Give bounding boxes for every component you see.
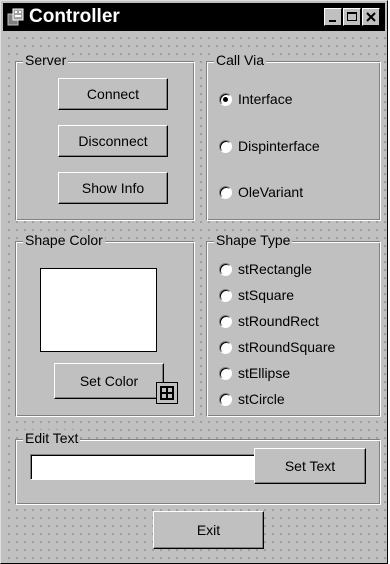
- shape-type-option-label: stEllipse: [238, 365, 291, 381]
- shape-type-option-stellipse[interactable]: stEllipse: [219, 364, 290, 382]
- server-group: Server Connect Disconnect Show Info: [15, 52, 195, 221]
- exit-button[interactable]: Exit: [153, 511, 264, 549]
- shape-type-option-stroundrect[interactable]: stRoundRect: [219, 312, 319, 330]
- radio-unchecked-icon: [219, 392, 232, 406]
- show-info-button-label: Show Info: [81, 180, 145, 196]
- shape-type-group: Shape Type stRectangle stSquare stRoundR…: [206, 232, 381, 417]
- disconnect-button-label: Disconnect: [78, 133, 148, 149]
- close-icon: [366, 12, 376, 22]
- radio-unchecked-icon: [219, 139, 232, 153]
- call-via-option-dispinterface[interactable]: Dispinterface: [219, 137, 320, 155]
- shape-type-option-label: stRoundRect: [238, 313, 319, 329]
- connect-button[interactable]: Connect: [58, 78, 168, 110]
- call-via-group: Call Via Interface Dispinterface OleVari…: [206, 52, 381, 221]
- call-via-option-label: Dispinterface: [238, 138, 320, 154]
- set-text-button[interactable]: Set Text: [254, 448, 366, 484]
- controller-window: Controller Server Connect Disconnect Sho…: [0, 0, 388, 564]
- shape-type-option-stroundsquare[interactable]: stRoundSquare: [219, 338, 335, 356]
- app-icon[interactable]: [7, 8, 25, 26]
- call-via-group-label: Call Via: [214, 52, 266, 68]
- maximize-button[interactable]: [343, 8, 361, 26]
- set-color-button[interactable]: Set Color: [54, 363, 164, 399]
- shape-type-option-strectangle[interactable]: stRectangle: [219, 260, 312, 278]
- call-via-option-label: Interface: [238, 91, 293, 107]
- shape-type-group-label: Shape Type: [214, 232, 293, 248]
- radio-checked-icon: [219, 92, 232, 106]
- show-info-button[interactable]: Show Info: [58, 172, 168, 204]
- minimize-button[interactable]: [324, 8, 342, 26]
- color-palette-icon: [160, 386, 174, 400]
- set-color-button-label: Set Color: [79, 373, 139, 389]
- edit-text-group: Edit Text Set Text: [15, 430, 381, 505]
- radio-unchecked-icon: [219, 366, 232, 380]
- maximize-icon: [347, 12, 357, 21]
- shape-type-option-label: stRectangle: [238, 261, 312, 277]
- call-via-option-label: OleVariant: [238, 184, 304, 200]
- shape-type-option-label: stCircle: [238, 391, 285, 407]
- call-via-option-olevariant[interactable]: OleVariant: [219, 183, 303, 201]
- radio-unchecked-icon: [219, 340, 232, 354]
- server-group-label: Server: [23, 52, 69, 68]
- shape-color-group-label: Shape Color: [23, 232, 105, 248]
- radio-unchecked-icon: [219, 314, 232, 328]
- set-text-button-label: Set Text: [284, 458, 336, 474]
- disconnect-button[interactable]: Disconnect: [58, 125, 168, 157]
- call-via-option-interface[interactable]: Interface: [219, 90, 292, 108]
- minimize-icon: [329, 20, 336, 22]
- color-palette-button[interactable]: [156, 382, 178, 404]
- edit-text-group-label: Edit Text: [23, 430, 81, 446]
- radio-unchecked-icon: [219, 288, 232, 302]
- radio-unchecked-icon: [219, 262, 232, 276]
- exit-button-label: Exit: [196, 522, 221, 538]
- form-client-area: Server Connect Disconnect Show Info Call…: [3, 32, 386, 562]
- shape-type-option-label: stSquare: [238, 287, 295, 303]
- connect-button-label: Connect: [86, 86, 140, 102]
- edit-text-input[interactable]: [30, 454, 258, 480]
- shape-color-swatch: [40, 268, 157, 352]
- shape-type-option-stcircle[interactable]: stCircle: [219, 390, 285, 408]
- shape-type-option-stsquare[interactable]: stSquare: [219, 286, 294, 304]
- close-button[interactable]: [362, 8, 380, 26]
- radio-unchecked-icon: [219, 185, 232, 199]
- shape-type-option-label: stRoundSquare: [238, 339, 336, 355]
- title-bar[interactable]: Controller: [3, 3, 385, 31]
- window-title: Controller: [29, 6, 120, 27]
- shape-color-group: Shape Color Set Color: [15, 232, 195, 417]
